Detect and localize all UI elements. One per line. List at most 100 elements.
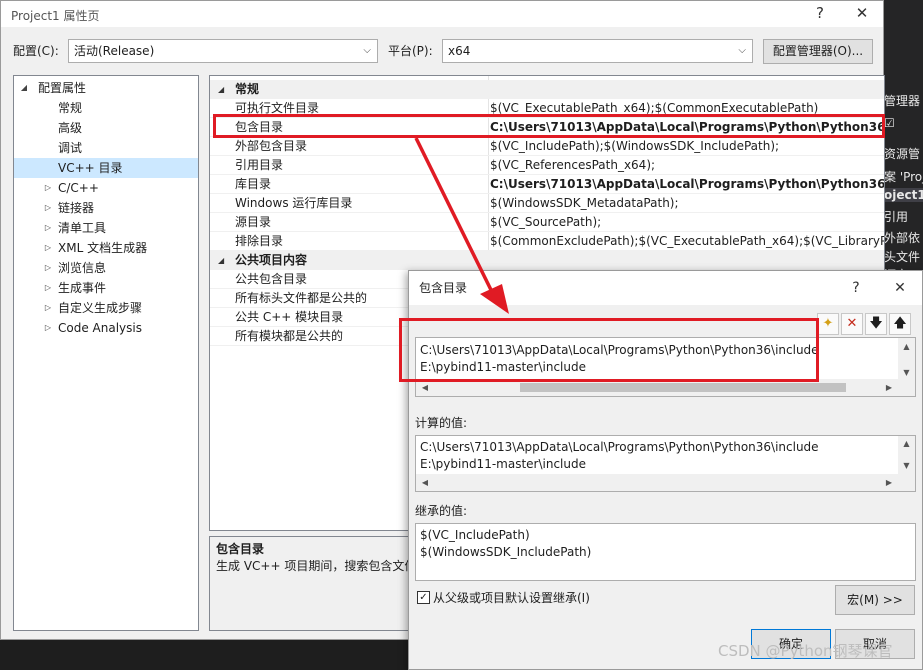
grid-category-general[interactable]: ◢ 常规 xyxy=(210,80,884,99)
grid-row-winrt-dirs[interactable]: Windows 运行库目录 $(WindowsSDK_MetadataPath)… xyxy=(210,194,884,213)
help-button[interactable]: ? xyxy=(799,1,841,27)
dialog-title: Project1 属性页 xyxy=(11,9,100,23)
tree-item-advanced[interactable]: 高级 xyxy=(14,118,198,138)
scroll-right-icon[interactable]: ▶ xyxy=(882,474,896,491)
property-name: 所有模块都是公共的 xyxy=(235,329,344,343)
scroll-down-icon[interactable]: ▼ xyxy=(898,368,915,377)
evaluated-value-list: C:\Users\71013\AppData\Local\Programs\Py… xyxy=(415,435,916,492)
list-item: E:\pybind11-master\include xyxy=(420,457,586,471)
chevron-down-icon: ⌵ xyxy=(363,45,371,56)
tree-item-xml-doc-generator[interactable]: ▷ XML 文档生成器 xyxy=(14,238,198,258)
tree-item-custom-build-step[interactable]: ▷ 自定义生成步骤 xyxy=(14,298,198,318)
tree-item-label: 常规 xyxy=(58,101,83,115)
property-value[interactable]: C:\Users\71013\AppData\Local\Programs\Py… xyxy=(490,175,884,194)
tree-item-label: 浏览信息 xyxy=(58,261,107,275)
grid-row-external-include-dirs[interactable]: 外部包含目录 $(VC_IncludePath);$(WindowsSDK_In… xyxy=(210,137,884,156)
tree-item-general[interactable]: 常规 xyxy=(14,98,198,118)
property-value[interactable]: $(VC_SourcePath); xyxy=(490,213,884,232)
scroll-down-icon[interactable]: ▼ xyxy=(898,461,915,470)
tree-item-code-analysis[interactable]: ▷ Code Analysis xyxy=(14,318,198,338)
move-down-icon[interactable]: 🡇 xyxy=(865,313,887,335)
tree-item-label: 自定义生成步骤 xyxy=(58,301,143,315)
platform-label: 平台(P): xyxy=(388,44,433,58)
tree-item-linker[interactable]: ▷ 链接器 xyxy=(14,198,198,218)
property-name: 引用目录 xyxy=(235,158,284,172)
expand-icon[interactable]: ▷ xyxy=(42,298,54,318)
new-line-icon[interactable]: ✦ xyxy=(817,313,839,335)
config-label: 配置(C): xyxy=(13,44,59,58)
expand-icon[interactable]: ▷ xyxy=(42,218,54,238)
vertical-scrollbar[interactable]: ▲ ▼ xyxy=(898,436,915,491)
vs-line: 案 'Proj xyxy=(884,170,923,184)
tree-item-vc-directories[interactable]: VC++ 目录 xyxy=(14,158,198,178)
macros-button[interactable]: 宏(M) >> xyxy=(835,585,915,615)
property-value[interactable]: $(WindowsSDK_MetadataPath); xyxy=(490,194,884,213)
collapse-icon[interactable]: ◢ xyxy=(218,251,224,270)
evaluated-value-label: 计算的值: xyxy=(415,416,468,430)
tree-item-label: 链接器 xyxy=(58,201,95,215)
collapse-icon[interactable]: ◢ xyxy=(18,78,30,98)
help-button[interactable]: ? xyxy=(834,271,878,305)
list-item: $(WindowsSDK_IncludePath) xyxy=(420,545,592,559)
inherited-value-list: $(VC_IncludePath) $(WindowsSDK_IncludePa… xyxy=(415,523,916,581)
platform-select[interactable]: x64 ⌵ xyxy=(442,39,753,63)
vs-line: 引用 xyxy=(884,210,909,224)
property-value[interactable]: $(VC_ReferencesPath_x64); xyxy=(490,156,884,175)
collapse-icon[interactable]: ◢ xyxy=(218,80,224,99)
expand-icon[interactable]: ▷ xyxy=(42,258,54,278)
scroll-left-icon[interactable]: ◀ xyxy=(418,474,432,491)
watermark: CSDN @Python钢琴课官 xyxy=(718,642,893,660)
config-select[interactable]: 活动(Release) ⌵ xyxy=(68,39,378,63)
horizontal-scrollbar[interactable]: ◀ ▶ xyxy=(416,474,898,491)
grid-row-exclude-dirs[interactable]: 排除目录 $(CommonExcludePath);$(VC_Executabl… xyxy=(210,232,884,251)
vertical-scrollbar[interactable]: ▲ ▼ xyxy=(898,338,915,396)
grid-category-public-content[interactable]: ◢ 公共项目内容 xyxy=(210,251,884,270)
category-label: 公共项目内容 xyxy=(235,253,308,267)
tree-item-c-cpp[interactable]: ▷ C/C++ xyxy=(14,178,198,198)
scroll-up-icon[interactable]: ▲ xyxy=(898,439,915,448)
title-bar: Project1 属性页 ? ✕ xyxy=(1,1,883,27)
vs-line: oject1 xyxy=(884,188,923,202)
property-name: 公共包含目录 xyxy=(235,272,308,286)
title-bar: 包含目录 ? ✕ xyxy=(409,271,922,305)
list-item: C:\Users\71013\AppData\Local\Programs\Py… xyxy=(420,440,819,454)
tree-item-label: 配置属性 xyxy=(38,81,87,95)
tree-item-config-properties[interactable]: ◢ 配置属性 xyxy=(14,78,198,98)
vs-line: 资源管 xyxy=(884,147,921,161)
category-label: 常规 xyxy=(235,82,260,96)
tree-item-debugging[interactable]: 调试 xyxy=(14,138,198,158)
expand-icon[interactable]: ▷ xyxy=(42,278,54,298)
tree-item-build-events[interactable]: ▷ 生成事件 xyxy=(14,278,198,298)
config-manager-button[interactable]: 配置管理器(O)... xyxy=(763,39,873,64)
tree-item-label: C/C++ xyxy=(58,181,99,195)
highlight-edit-list xyxy=(399,318,819,382)
delete-icon[interactable]: ✕ xyxy=(841,313,863,335)
tree-item-label: XML 文档生成器 xyxy=(58,241,148,255)
close-button[interactable]: ✕ xyxy=(878,271,922,305)
expand-icon[interactable]: ▷ xyxy=(42,198,54,218)
property-value[interactable]: $(VC_IncludePath);$(WindowsSDK_IncludePa… xyxy=(490,137,884,156)
expand-icon[interactable]: ▷ xyxy=(42,238,54,258)
grid-row-library-dirs[interactable]: 库目录 C:\Users\71013\AppData\Local\Program… xyxy=(210,175,884,194)
inherit-checkbox[interactable]: ✓ xyxy=(417,591,430,604)
close-button[interactable]: ✕ xyxy=(841,1,883,27)
scroll-right-icon[interactable]: ▶ xyxy=(882,379,896,396)
grid-row-reference-dirs[interactable]: 引用目录 $(VC_ReferencesPath_x64); xyxy=(210,156,884,175)
property-name: 排除目录 xyxy=(235,234,284,248)
property-name: 外部包含目录 xyxy=(235,139,308,153)
expand-icon[interactable]: ▷ xyxy=(42,318,54,338)
expand-icon[interactable]: ▷ xyxy=(42,178,54,198)
vs-line: 管理器 xyxy=(884,94,921,108)
grid-row-source-dirs[interactable]: 源目录 $(VC_SourcePath); xyxy=(210,213,884,232)
property-name: 公共 C++ 模块目录 xyxy=(235,310,344,324)
tree-item-label: VC++ 目录 xyxy=(58,161,123,175)
tree-item-manifest-tool[interactable]: ▷ 清单工具 xyxy=(14,218,198,238)
tree-item-browse-info[interactable]: ▷ 浏览信息 xyxy=(14,258,198,278)
tree-item-label: 清单工具 xyxy=(58,221,107,235)
scroll-up-icon[interactable]: ▲ xyxy=(898,342,915,351)
property-value[interactable]: $(CommonExcludePath);$(VC_ExecutablePath… xyxy=(490,232,884,251)
inherit-checkbox-label[interactable]: 从父级或项目默认设置继承(I) xyxy=(433,590,590,606)
scroll-thumb[interactable] xyxy=(520,383,846,392)
move-up-icon[interactable]: 🡅 xyxy=(889,313,911,335)
inherited-value-label: 继承的值: xyxy=(415,504,468,518)
